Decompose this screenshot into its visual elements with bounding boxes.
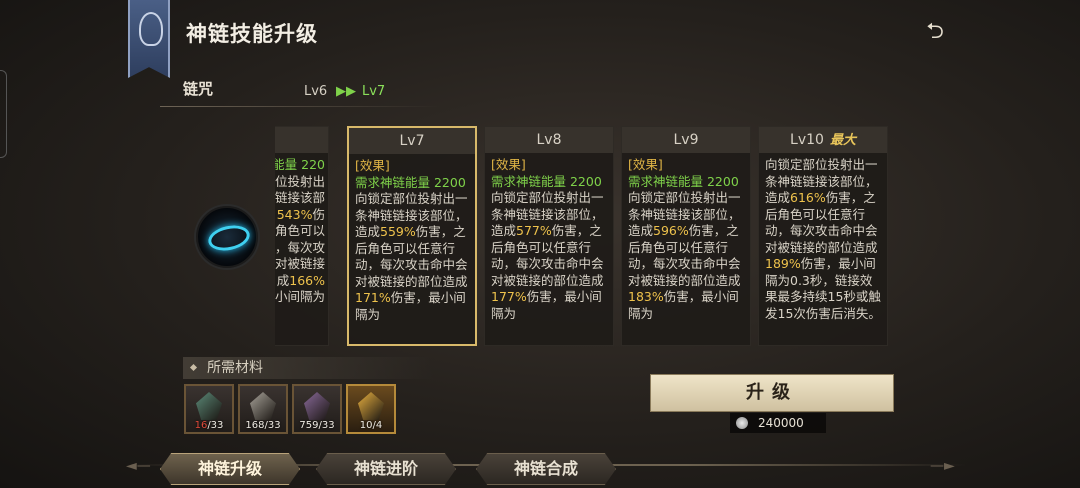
energy-requirement: 能量 220 xyxy=(275,157,325,172)
current-level: Lv6 xyxy=(304,84,328,99)
card-level-label: Lv7 xyxy=(399,133,425,149)
damage-percent: 543% xyxy=(276,206,313,222)
effect-label: [效果] xyxy=(491,157,526,172)
cost-value: 240000 xyxy=(758,416,804,430)
skill-description: 向锁定部位投射出一条神链链接该部位，造成616%伤害，之后角色可以任意行动，每次… xyxy=(765,157,881,321)
material-count-text: /33 xyxy=(207,420,224,431)
skill-chain-icon[interactable] xyxy=(196,206,258,268)
card-body: [效果] 需求神链能量 2200 向锁定部位投射出一条神链链接该部位，造成559%伤… xyxy=(349,154,475,323)
material-slot[interactable]: 10/4 xyxy=(346,384,396,434)
upgrade-cost: 240000 xyxy=(730,413,826,433)
ornament-right-icon: —► xyxy=(930,458,955,474)
damage-percent: 189% xyxy=(765,256,801,271)
purple-crystal-icon xyxy=(304,392,330,420)
damage-percent: 171% xyxy=(355,290,391,305)
damage-percent: 166% xyxy=(289,272,325,288)
next-level: Lv7 xyxy=(362,84,386,99)
banner-emblem-icon xyxy=(128,0,170,78)
level-card[interactable]: Lv9 [效果] 需求神链能量 2200 向锁定部位投射出一条神链链接该部位，造成59… xyxy=(621,126,751,346)
divider xyxy=(160,106,440,107)
material-count-text: 10/4 xyxy=(359,420,383,431)
diamond-bullet-icon xyxy=(189,363,198,372)
silver-coin-icon xyxy=(736,417,748,429)
damage-percent: 577% xyxy=(516,223,552,238)
damage-percent: 616% xyxy=(790,190,826,205)
material-count: 16/33 xyxy=(186,420,232,431)
material-count: 10/4 xyxy=(348,420,394,431)
material-count-text: 168/33 xyxy=(245,420,281,431)
gold-crystal-icon xyxy=(358,392,384,420)
level-card[interactable]: Lv10 最大向锁定部位投射出一条神链链接该部位，造成616%伤害，之后角色可以任… xyxy=(758,126,888,346)
damage-percent: 596% xyxy=(653,223,689,238)
card-level-title: Lv9 xyxy=(622,127,750,153)
material-count: 759/33 xyxy=(294,420,340,431)
card-level-label: Lv10 xyxy=(790,132,824,148)
description-text: 位投射出 链接该部 xyxy=(275,173,325,206)
tab-3[interactable]: 神链合成 xyxy=(476,453,616,485)
card-level-title: v6 xyxy=(275,127,328,153)
energy-requirement: 需求神链能量 2200 xyxy=(628,173,739,189)
page-title: 神链技能升级 xyxy=(186,22,318,46)
card-body: 能量 220 位投射出 链接该部 543%伤 角色可以 ，每次攻 对被链接 成16… xyxy=(275,153,328,306)
material-slot[interactable]: 759/33 xyxy=(292,384,342,434)
tab-1[interactable]: 神链升级 xyxy=(160,453,300,485)
materials-header: 所需材料 xyxy=(183,357,433,379)
card-level-label: Lv8 xyxy=(536,132,562,148)
ornament-left-icon: ◄— xyxy=(126,458,151,474)
tab-2[interactable]: 神链进阶 xyxy=(316,453,456,485)
max-level-badge: 最大 xyxy=(829,133,856,148)
green-crystal-icon xyxy=(196,392,222,420)
card-level-label: Lv9 xyxy=(673,132,699,148)
damage-percent: 177% xyxy=(491,289,527,304)
level-cards-list[interactable]: v6 能量 220 位投射出 链接该部 543%伤 角色可以 ，每次攻 对被链接 成… xyxy=(275,126,891,346)
damage-percent: 559% xyxy=(380,224,416,239)
energy-requirement: 需求神链能量 2200 xyxy=(491,173,602,189)
material-owned-insufficient: 16 xyxy=(194,420,208,431)
level-card[interactable]: Lv7 [效果] 需求神链能量 2200 向锁定部位投射出一条神链链接该部位，造成55… xyxy=(347,126,477,346)
material-count: 168/33 xyxy=(240,420,286,431)
skill-description: 位投射出 链接该部 543%伤 角色可以 ，每次攻 对被链接 成166% 小间隔… xyxy=(275,174,325,305)
chain-name-label: 链咒 xyxy=(183,80,214,98)
back-arrow-icon[interactable]: ⮌ xyxy=(918,14,952,44)
side-edge-handle xyxy=(0,70,7,158)
damage-percent: 183% xyxy=(628,289,664,304)
effect-label: [效果] xyxy=(355,158,390,173)
skill-description: 向锁定部位投射出一条神链链接该部位，造成577%伤害，之后角色可以任意行动，每次… xyxy=(491,190,604,321)
card-body: 向锁定部位投射出一条神链链接该部位，造成616%伤害，之后角色可以任意行动，每次… xyxy=(759,153,887,322)
materials-header-label: 所需材料 xyxy=(207,360,263,376)
card-level-title: Lv10 最大 xyxy=(759,127,887,153)
level-arrow-icon: ▶▶ xyxy=(336,84,356,99)
material-slot[interactable]: 16/33 xyxy=(184,384,234,434)
material-slot[interactable]: 168/33 xyxy=(238,384,288,434)
silver-crystal-icon xyxy=(250,392,276,420)
card-level-title: Lv8 xyxy=(485,127,613,153)
material-count-text: 759/33 xyxy=(299,420,335,431)
card-body: [效果] 需求神链能量 2200 向锁定部位投射出一条神链链接该部位，造成577%伤… xyxy=(485,153,613,322)
skill-description: 向锁定部位投射出一条神链链接该部位，造成596%伤害，之后角色可以任意行动，每次… xyxy=(628,190,741,321)
level-card[interactable]: v6 能量 220 位投射出 链接该部 543%伤 角色可以 ，每次攻 对被链接 成… xyxy=(275,126,329,346)
card-body: [效果] 需求神链能量 2200 向锁定部位投射出一条神链链接该部位，造成596%伤… xyxy=(622,153,750,322)
card-level-title: Lv7 xyxy=(349,128,475,154)
upgrade-button[interactable]: 升级 xyxy=(650,374,894,412)
energy-requirement: 需求神链能量 2200 xyxy=(355,174,466,190)
effect-label: [效果] xyxy=(628,157,663,172)
description-text: 小间隔为 xyxy=(275,289,325,304)
level-card[interactable]: Lv8 [效果] 需求神链能量 2200 向锁定部位投射出一条神链链接该部位，造成57… xyxy=(484,126,614,346)
skill-description: 向锁定部位投射出一条神链链接该部位，造成559%伤害，之后角色可以任意行动，每次… xyxy=(355,191,468,322)
